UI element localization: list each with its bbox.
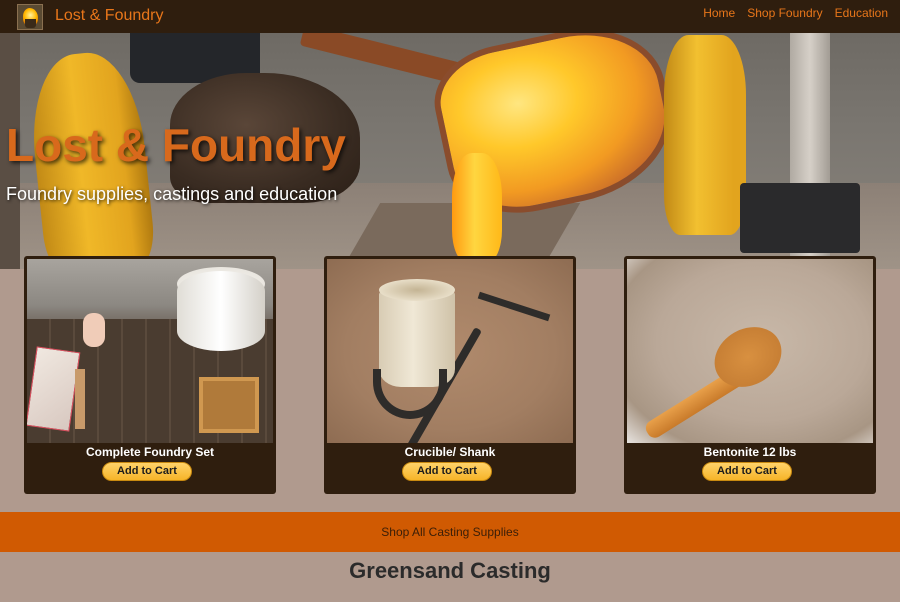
product-name: Crucible/ Shank [404, 445, 496, 459]
product-card-bentonite: Bentonite 12 lbs Add to Cart [624, 256, 876, 494]
nav-link-shop-foundry[interactable]: Shop Foundry [747, 6, 822, 20]
hero-subtitle: Foundry supplies, castings and education [6, 184, 338, 204]
nav-link-education[interactable]: Education [835, 6, 888, 20]
hero-banner: Lost & Foundry Foundry supplies, casting… [0, 33, 900, 269]
logo-icon[interactable] [17, 4, 43, 30]
product-image[interactable] [327, 259, 573, 443]
section-heading: Greensand Casting [349, 558, 551, 583]
nav-link-home[interactable]: Home [703, 6, 735, 20]
product-image[interactable] [27, 259, 273, 443]
product-card-foundry-set: Complete Foundry Set Add to Cart [24, 256, 276, 494]
brand-link[interactable]: Lost & Foundry [55, 7, 164, 25]
nav-links: Home Shop Foundry Education [703, 6, 888, 20]
product-card-crucible-shank: Crucible/ Shank Add to Cart [324, 256, 576, 494]
product-name: Bentonite 12 lbs [703, 445, 797, 459]
navbar: Lost & Foundry Home Shop Foundry Educati… [0, 0, 900, 33]
add-to-cart-button[interactable]: Add to Cart [402, 462, 492, 481]
shop-all-button[interactable]: Shop All Casting Supplies [0, 512, 900, 552]
product-image[interactable] [627, 259, 873, 443]
add-to-cart-button[interactable]: Add to Cart [702, 462, 792, 481]
add-to-cart-button[interactable]: Add to Cart [102, 462, 192, 481]
product-name: Complete Foundry Set [85, 445, 214, 459]
hero-title: Lost & Foundry [6, 119, 346, 171]
